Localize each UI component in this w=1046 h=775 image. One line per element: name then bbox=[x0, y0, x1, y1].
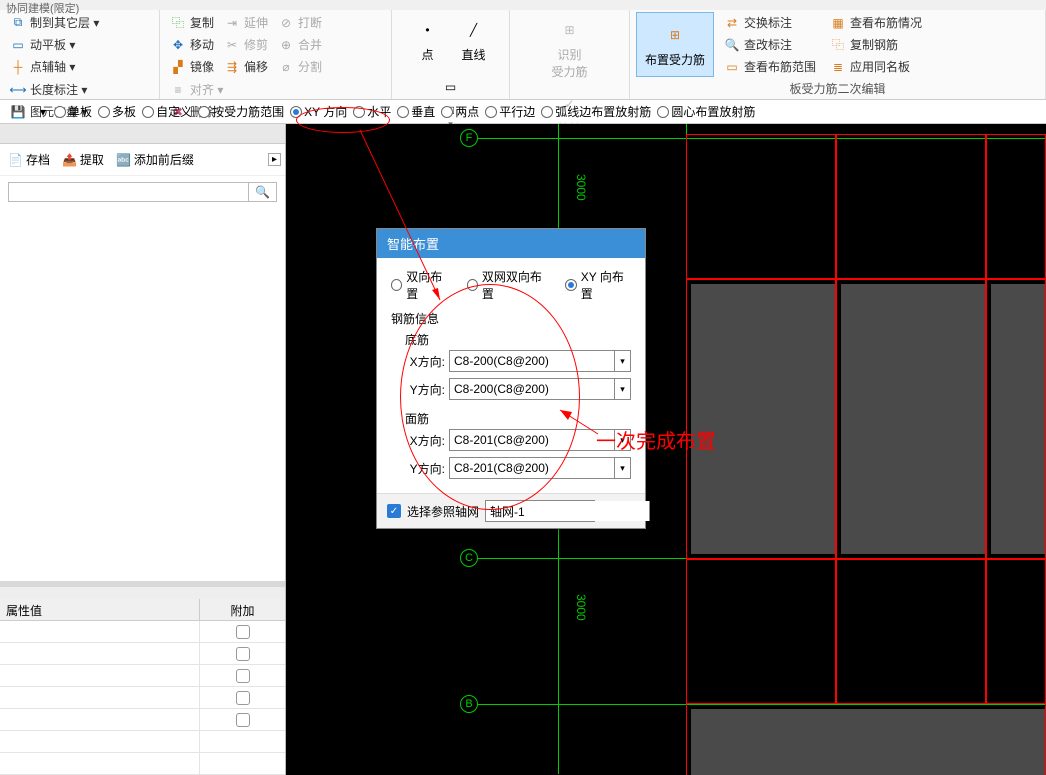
annotation-text: 一次完成布置 bbox=[596, 425, 716, 454]
copy-button[interactable]: ⿻复制 bbox=[166, 12, 218, 33]
ref-grid-combo[interactable]: ▾ bbox=[485, 500, 595, 522]
rect-icon: ▭ bbox=[437, 73, 465, 101]
panel-expand-button[interactable]: ▸ bbox=[268, 153, 281, 166]
prop-checkbox[interactable] bbox=[236, 625, 250, 639]
place-rebar-button[interactable]: ⊞布置受力筋 bbox=[636, 12, 714, 77]
axis-bubble-c: C bbox=[460, 549, 478, 567]
ref-grid-checkbox[interactable]: ✓ bbox=[387, 504, 401, 518]
group-label-edit: 板受力筋二次编辑 bbox=[636, 78, 1039, 99]
chevron-down-icon[interactable]: ▾ bbox=[614, 351, 630, 371]
ydir-label: Y方向: bbox=[405, 460, 445, 477]
prop-row[interactable] bbox=[0, 709, 285, 731]
bottom-x-input[interactable] bbox=[450, 351, 614, 371]
line-tool[interactable]: ╱直线 bbox=[452, 12, 496, 67]
status-button[interactable]: ▦查看布筋情况 bbox=[826, 12, 926, 33]
opt-single[interactable]: 单板 bbox=[54, 103, 92, 120]
prop-row[interactable] bbox=[0, 643, 285, 665]
window-title: 协同建模(限定) bbox=[0, 0, 1046, 10]
break-button[interactable]: ⊘打断 bbox=[274, 12, 326, 33]
prop-row[interactable] bbox=[0, 731, 285, 753]
same-name-button[interactable]: ≣应用同名板 bbox=[826, 56, 926, 77]
panel-toolbar: 📄存档 📤提取 🔤添加前后缀 ▸ bbox=[0, 144, 285, 176]
opt-arc[interactable]: 弧线边布置放射筋 bbox=[541, 103, 651, 120]
aux-axis-button[interactable]: ┼点辅轴 ▾ bbox=[6, 56, 103, 77]
opt-xy[interactable]: XY 方向 bbox=[290, 103, 347, 120]
opt-custom[interactable]: 自定义 bbox=[142, 103, 192, 120]
ref-grid-label: 选择参照轴网 bbox=[407, 503, 479, 520]
ref-grid-input[interactable] bbox=[486, 501, 649, 521]
xdir-label: X方向: bbox=[405, 353, 445, 370]
opt-twopoint[interactable]: 两点 bbox=[441, 103, 479, 120]
opt-parallel[interactable]: 平行边 bbox=[485, 103, 535, 120]
mirror-button[interactable]: ▞镜像 bbox=[166, 56, 218, 77]
top-x-input[interactable] bbox=[450, 430, 614, 450]
extend-button[interactable]: ⇥延伸 bbox=[220, 12, 272, 33]
ydir-label: Y方向: bbox=[405, 381, 445, 398]
length-label-button[interactable]: ⟷长度标注 ▾ bbox=[6, 79, 91, 100]
top-y-combo[interactable]: ▾ bbox=[449, 457, 631, 479]
opt-horiz[interactable]: 水平 bbox=[353, 103, 391, 120]
view-note-button[interactable]: 🔍查改标注 bbox=[720, 34, 820, 55]
xdir-label: X方向: bbox=[405, 432, 445, 449]
move-button[interactable]: ✥移动 bbox=[166, 34, 218, 55]
search-icon[interactable]: 🔍 bbox=[249, 182, 277, 202]
opt-multi[interactable]: 多板 bbox=[98, 103, 136, 120]
dim-3000a: 3000 bbox=[574, 174, 588, 201]
align-button[interactable]: ≡对齐 ▾ bbox=[166, 79, 227, 100]
move-flat-button[interactable]: ▭动平板 ▾ bbox=[6, 34, 103, 55]
extract-button[interactable]: 📤提取 bbox=[58, 149, 108, 170]
opt-by-range[interactable]: 按受力筋范围 bbox=[198, 103, 284, 120]
bottom-y-combo[interactable]: ▾ bbox=[449, 378, 631, 400]
dim-3000b: 3000 bbox=[574, 594, 588, 621]
swap-label-button[interactable]: ⇄交换标注 bbox=[720, 12, 820, 33]
copy-rebar-button[interactable]: ⿻复制钢筋 bbox=[826, 34, 926, 55]
point-tool[interactable]: •点 bbox=[406, 12, 450, 67]
prop-checkbox[interactable] bbox=[236, 713, 250, 727]
top-y-input[interactable] bbox=[450, 458, 614, 478]
bottom-x-combo[interactable]: ▾ bbox=[449, 350, 631, 372]
view-range-button[interactable]: ▭查看布筋范围 bbox=[720, 56, 820, 77]
prop-row[interactable] bbox=[0, 665, 285, 687]
search-input[interactable] bbox=[8, 182, 249, 202]
prop-checkbox[interactable] bbox=[236, 669, 250, 683]
chevron-down-icon[interactable]: ▾ bbox=[649, 501, 655, 521]
rebar-info-label: 钢筋信息 bbox=[391, 310, 631, 327]
prop-row[interactable] bbox=[0, 621, 285, 643]
recognize-icon: ⊞ bbox=[555, 16, 583, 44]
prop-col-value: 属性值 bbox=[0, 599, 200, 620]
smart-place-dialog[interactable]: 智能布置 双向布置 双网双向布置 XY 向布置 钢筋信息 底筋 X方向: ▾ Y… bbox=[376, 228, 646, 529]
left-panel: 📄存档 📤提取 🔤添加前后缀 ▸ 🔍 属性值 附加 bbox=[0, 124, 286, 775]
bottom-y-input[interactable] bbox=[450, 379, 614, 399]
prop-row[interactable] bbox=[0, 753, 285, 775]
prop-checkbox[interactable] bbox=[236, 691, 250, 705]
copy-to-layer-button[interactable]: ⧉制到其它层 ▾ bbox=[6, 12, 103, 33]
bottom-rebar-label: 底筋 bbox=[405, 331, 631, 348]
place-rebar-icon: ⊞ bbox=[661, 21, 689, 49]
mode-two-way[interactable]: 双向布置 bbox=[391, 268, 451, 302]
chevron-down-icon[interactable]: ▾ bbox=[614, 458, 630, 478]
add-prefix-button[interactable]: 🔤添加前后缀 bbox=[112, 149, 198, 170]
property-header: 属性值 附加 bbox=[0, 599, 285, 621]
recognize-rebar-button[interactable]: ⊞识别 受力筋 bbox=[543, 12, 595, 84]
mode-xy[interactable]: XY 向布置 bbox=[565, 268, 631, 302]
split-button[interactable]: ⌀分割 bbox=[274, 56, 326, 77]
axis-bubble-b: B bbox=[460, 695, 478, 713]
axis-bubble-f: F bbox=[460, 129, 478, 147]
line-icon: ╱ bbox=[460, 16, 488, 44]
prop-col-extra: 附加 bbox=[200, 599, 285, 620]
ribbon: ⧉制到其它层 ▾ ▭动平板 ▾ ┼点辅轴 ▾ ⟷长度标注 ▾ 💾图元存盘 ▾ ▽… bbox=[0, 10, 1046, 100]
chevron-down-icon[interactable]: ▾ bbox=[614, 379, 630, 399]
merge-button[interactable]: ⊕合并 bbox=[274, 34, 326, 55]
opt-vert[interactable]: 垂直 bbox=[397, 103, 435, 120]
opt-center[interactable]: 圆心布置放射筋 bbox=[657, 103, 755, 120]
prop-row[interactable] bbox=[0, 687, 285, 709]
prop-checkbox[interactable] bbox=[236, 647, 250, 661]
offset-button[interactable]: ⇶偏移 bbox=[220, 56, 272, 77]
trim-button[interactable]: ✂修剪 bbox=[220, 34, 272, 55]
point-icon: • bbox=[414, 16, 442, 44]
mode-double-two-way[interactable]: 双网双向布置 bbox=[467, 268, 549, 302]
dialog-title: 智能布置 bbox=[377, 229, 645, 258]
archive-button[interactable]: 📄存档 bbox=[4, 149, 54, 170]
